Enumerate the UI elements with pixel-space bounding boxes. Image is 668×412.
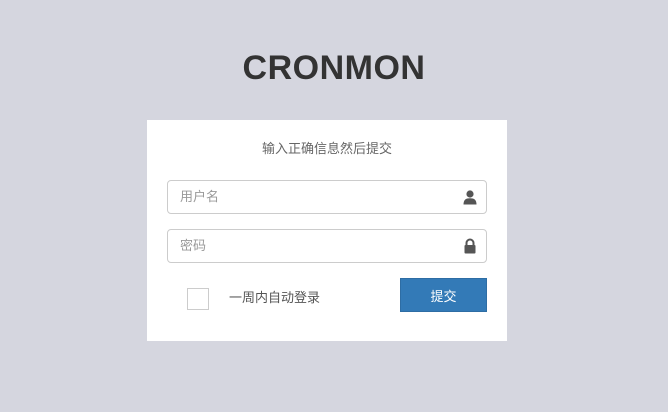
user-icon — [462, 189, 478, 205]
remember-me-checkbox[interactable] — [187, 288, 209, 310]
login-message: 输入正确信息然后提交 — [261, 142, 392, 157]
password-input[interactable] — [168, 230, 460, 262]
lock-icon — [462, 238, 478, 254]
submit-button[interactable]: 提交 — [400, 278, 487, 312]
app-logo: CRONMON — [242, 49, 426, 87]
remember-me-label[interactable]: 一周内自动登录 — [229, 288, 320, 310]
password-field[interactable] — [167, 229, 487, 263]
username-field[interactable] — [167, 180, 487, 214]
login-box: 输入正确信息然后提交 一周内自动登录 提交 — [147, 120, 507, 341]
username-input[interactable] — [168, 181, 460, 213]
